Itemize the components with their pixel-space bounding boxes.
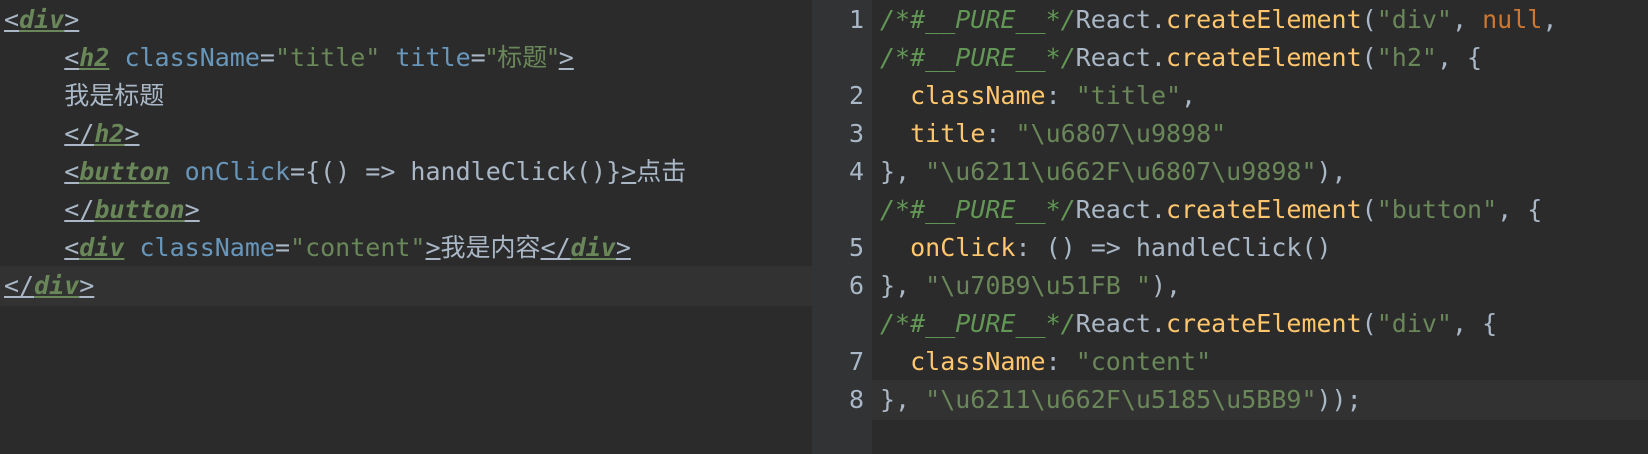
compiled-output-pane[interactable]: 1 2 3 4 5 6 7 8 /*#__PURE__*/React.creat…: [812, 0, 1648, 454]
code-line: </h2>: [64, 119, 140, 148]
code-line: 我是标题: [64, 81, 165, 110]
code-line: </button>: [64, 195, 200, 224]
code-line: /*#__PURE__*/React.createElement("h2", {: [880, 43, 1483, 72]
line-number: 3: [848, 119, 864, 148]
code-line: }, "\u70B9\u51FB "),: [880, 271, 1182, 300]
line-number: 2: [848, 81, 864, 110]
tag-name: button: [79, 157, 170, 186]
code-line: /*#__PURE__*/React.createElement("div", …: [880, 5, 1558, 34]
code-line-current: }, "\u6211\u662F\u5185\u5BB9"));: [880, 385, 1362, 414]
tag-name: div: [34, 271, 80, 300]
line-number: 7: [848, 347, 864, 376]
line-number: 8: [848, 385, 864, 414]
jsx-source-pane[interactable]: <div> <h2 className="title" title="标题"> …: [0, 0, 812, 454]
tag-name: div: [570, 233, 616, 262]
code-line: <div className="content">我是内容</div>: [64, 233, 631, 262]
tag-name: div: [19, 5, 65, 34]
code-line-current: </div>: [0, 266, 812, 306]
code-comparison-view: <div> <h2 className="title" title="标题"> …: [0, 0, 1648, 454]
code-line: <div>: [4, 5, 80, 34]
line-number: 4: [848, 157, 864, 186]
code-line: title: "\u6807\u9898": [910, 119, 1227, 148]
line-number: 5: [848, 233, 864, 262]
code-line: onClick: () => handleClick(): [910, 233, 1332, 262]
tag-name: button: [94, 195, 185, 224]
tag-name: div: [79, 233, 125, 262]
line-number: 6: [848, 271, 864, 300]
line-number: 1: [848, 5, 864, 34]
code-line: /*#__PURE__*/React.createElement("div", …: [880, 309, 1498, 338]
tag-name: h2: [79, 43, 110, 72]
tag-name: h2: [94, 119, 125, 148]
code-line: }, "\u6211\u662F\u6807\u9898"),: [880, 157, 1347, 186]
code-line: /*#__PURE__*/React.createElement("button…: [880, 195, 1543, 224]
code-line: className: "title",: [910, 81, 1197, 110]
code-line: className: "content": [910, 347, 1212, 376]
code-line: <button onClick={() => handleClick()}>点击: [64, 157, 687, 186]
code-line: <h2 className="title" title="标题">: [64, 43, 574, 72]
